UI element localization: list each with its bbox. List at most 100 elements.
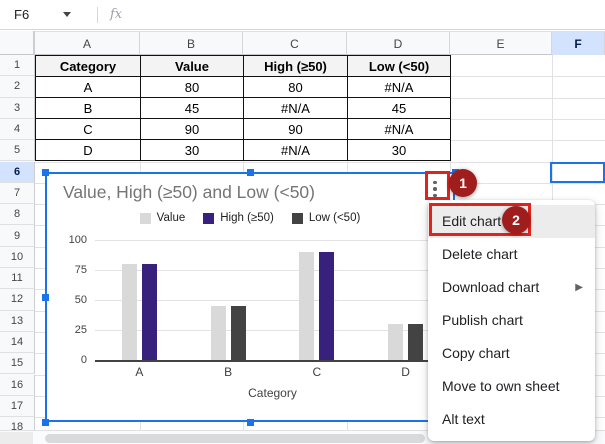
row-header-18[interactable]: 18 <box>0 417 35 430</box>
table-cell[interactable]: 90 <box>140 118 244 140</box>
table-cell[interactable]: C <box>35 118 141 140</box>
column-header-f[interactable]: F <box>552 32 605 55</box>
menu-item-delete-chart[interactable]: Delete chart <box>428 238 595 271</box>
table-cell[interactable]: 45 <box>140 97 244 119</box>
chart[interactable]: Value, High (≥50) and Low (<50) Value Hig… <box>45 172 455 422</box>
bar-value-d[interactable] <box>388 324 404 360</box>
x-axis-tick-label: C <box>312 365 322 379</box>
row-header-6[interactable]: 6 <box>0 161 35 183</box>
table-header-cell[interactable]: Value <box>140 55 244 77</box>
table-header-cell[interactable]: High (≥50) <box>243 55 348 77</box>
annotation-badge-1: 1 <box>449 169 477 197</box>
row-header-13[interactable]: 13 <box>0 310 35 332</box>
row-header-2[interactable]: 2 <box>0 76 35 98</box>
column-headers: ABCDEF <box>0 31 605 55</box>
legend-item-value: Value <box>139 212 186 224</box>
selected-cell-f6[interactable] <box>550 161 605 183</box>
bar-group-b <box>184 240 273 360</box>
submenu-arrow-icon: ▶ <box>575 282 583 293</box>
table-row: A 80 80 #N/A <box>35 76 451 98</box>
bar-high-50--c[interactable] <box>319 252 335 360</box>
chart-gridline <box>95 360 450 362</box>
row-header-14[interactable]: 14 <box>0 331 35 354</box>
selection-handle[interactable] <box>246 418 254 426</box>
chart-context-menu: Edit chart Delete chart Download chart ▶ Pub… <box>428 200 595 441</box>
legend-label: High (≥50) <box>220 212 274 224</box>
table-cell[interactable]: 30 <box>347 139 451 161</box>
column-header-d[interactable]: D <box>347 32 450 55</box>
menu-item-move-to-own-sheet[interactable]: Move to own sheet <box>428 370 595 403</box>
y-axis-tick-label: 100 <box>68 234 87 246</box>
table-header-row: Category Value High (≥50) Low (<50) <box>35 55 451 77</box>
row-header-3[interactable]: 3 <box>0 97 35 119</box>
chart-title: Value, High (≥50) and Low (<50) <box>63 182 315 202</box>
selection-handle[interactable] <box>41 168 49 176</box>
legend-item-low-50-: Low (<50) <box>291 212 361 224</box>
chart-legend: Value High (≥50) Low (<50) <box>47 212 453 224</box>
table-cell[interactable]: #N/A <box>243 139 348 161</box>
column-header-e[interactable]: E <box>450 32 552 55</box>
annotation-rect-options-button <box>425 171 450 200</box>
bar-value-b[interactable] <box>210 306 226 360</box>
legend-item-high-50-: High (≥50) <box>203 212 274 224</box>
table-cell[interactable]: 45 <box>347 97 451 119</box>
column-header-a[interactable]: A <box>35 32 140 55</box>
x-axis-tick-label: B <box>224 365 233 379</box>
row-header-16[interactable]: 16 <box>0 374 35 396</box>
scrollbar-left-tab <box>0 432 33 444</box>
gridline <box>35 161 605 163</box>
row-header-12[interactable]: 12 <box>0 289 35 311</box>
bar-high-50--a[interactable] <box>141 264 157 360</box>
table-cell[interactable]: 80 <box>243 76 348 98</box>
table-cell[interactable]: 80 <box>140 76 244 98</box>
bar-value-a[interactable] <box>121 264 137 360</box>
table-cell[interactable]: B <box>35 97 141 119</box>
row-header-17[interactable]: 17 <box>0 395 35 418</box>
row-header-7[interactable]: 7 <box>0 182 35 205</box>
table-header-cell[interactable]: Category <box>35 55 141 77</box>
row-header-5[interactable]: 5 <box>0 140 35 162</box>
table-cell[interactable]: 90 <box>243 118 348 140</box>
y-axis-tick-label: 50 <box>74 294 87 306</box>
row-header-15[interactable]: 15 <box>0 353 35 375</box>
selection-handle[interactable] <box>41 293 49 301</box>
table-cell[interactable]: 30 <box>140 139 244 161</box>
table-row: B 45 #N/A 45 <box>35 97 451 119</box>
y-axis-tick-label: 25 <box>74 324 87 336</box>
menu-item-alt-text[interactable]: Alt text <box>428 403 595 436</box>
bar-value-c[interactable] <box>299 252 315 360</box>
bar-low-50--d[interactable] <box>408 324 424 360</box>
column-header-c[interactable]: C <box>243 32 347 55</box>
legend-swatch <box>291 212 303 224</box>
table-cell[interactable]: #N/A <box>243 97 348 119</box>
menu-item-copy-chart[interactable]: Copy chart <box>428 337 595 370</box>
bar-low-50--b[interactable] <box>230 306 246 360</box>
selection-handle[interactable] <box>41 418 49 426</box>
table-row: D 30 #N/A 30 <box>35 139 451 161</box>
row-headers: 1 2 3 4 5 6 7 8 9 10 11 12 13 14 15 16 17 18 <box>0 55 35 430</box>
x-axis-tick-label: A <box>135 365 144 379</box>
select-all-corner[interactable] <box>0 31 35 55</box>
table-cell[interactable]: #N/A <box>347 118 451 140</box>
legend-label: Value <box>156 212 186 224</box>
menu-item-publish-chart[interactable]: Publish chart <box>428 304 595 337</box>
scrollbar-thumb[interactable] <box>45 434 425 443</box>
legend-label: Low (<50) <box>308 212 361 224</box>
row-header-10[interactable]: 10 <box>0 246 35 268</box>
row-header-8[interactable]: 8 <box>0 204 35 226</box>
table-cell[interactable]: A <box>35 76 141 98</box>
column-header-b[interactable]: B <box>140 32 243 55</box>
menu-item-download-chart[interactable]: Download chart ▶ <box>428 271 595 304</box>
table-cell[interactable]: D <box>35 139 141 161</box>
table-header-cell[interactable]: Low (<50) <box>347 55 451 77</box>
legend-swatch <box>139 212 151 224</box>
google-sheets-window: F6 fx ABCDEF 1 2 3 4 5 6 7 8 9 10 11 12 13 14 15 16 17 18… <box>0 0 605 444</box>
row-header-9[interactable]: 9 <box>0 225 35 247</box>
legend-swatch <box>203 212 215 224</box>
row-header-1[interactable]: 1 <box>0 55 35 77</box>
selection-handle[interactable] <box>246 168 254 176</box>
data-table[interactable]: Category Value High (≥50) Low (<50) A 80 80 #N/… <box>35 55 451 161</box>
row-header-11[interactable]: 11 <box>0 268 35 290</box>
row-header-4[interactable]: 4 <box>0 118 35 141</box>
table-cell[interactable]: #N/A <box>347 76 451 98</box>
